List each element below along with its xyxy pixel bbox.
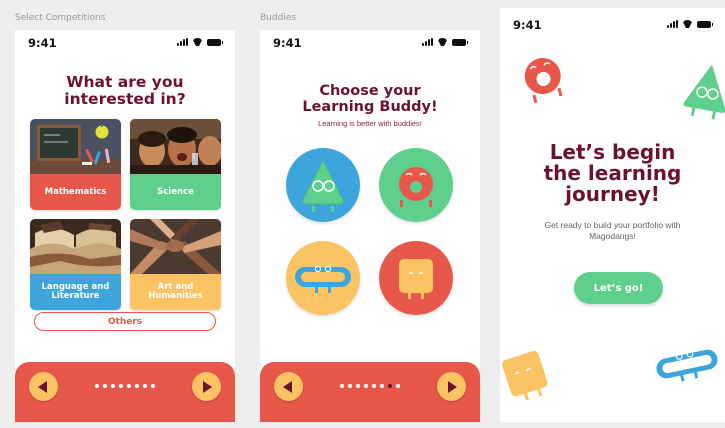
buddy-option-capsule[interactable] — [286, 241, 360, 315]
onboarding-screen: 9:41 Let’s begin the learning journey! G… — [500, 8, 725, 422]
bottom-nav-bar — [15, 362, 235, 422]
back-button[interactable] — [29, 372, 58, 401]
title-line-1: What are you — [66, 73, 184, 91]
page-dot — [372, 384, 376, 388]
wifi-icon — [192, 38, 203, 46]
card-label-science: Science — [130, 174, 221, 210]
buddy-option-square[interactable] — [379, 241, 453, 315]
card-label-art-humanities: Art and Humanities — [130, 274, 221, 310]
page-subtitle: Learning is better with buddies! — [318, 119, 422, 128]
page-title: Choose your Learning Buddy! — [260, 83, 480, 116]
page-dot — [356, 384, 360, 388]
frame-label-competitions: Select Competitions — [15, 13, 106, 23]
page-dot-active — [388, 384, 392, 388]
capsule-mascot-icon — [656, 349, 718, 382]
page-dot — [340, 384, 344, 388]
triangle-mascot-icon — [683, 64, 725, 120]
status-time: 9:41 — [28, 36, 57, 50]
buddy-option-donut[interactable] — [379, 148, 453, 222]
battery-icon — [697, 21, 713, 28]
page-dot — [135, 384, 139, 388]
next-arrow-icon — [448, 380, 457, 393]
page-dot — [103, 384, 107, 388]
page-dot — [127, 384, 131, 388]
frame-label-buddies: Buddies — [260, 13, 297, 23]
wifi-icon — [682, 20, 693, 28]
cellular-signal-icon — [422, 38, 433, 46]
card-language-literature[interactable]: Language and Literature — [30, 219, 121, 310]
title-line-2: Learning Buddy! — [302, 98, 438, 115]
next-arrow-icon — [203, 380, 212, 393]
battery-icon — [452, 39, 468, 46]
wifi-icon — [437, 38, 448, 46]
others-button[interactable]: Others — [34, 312, 216, 331]
status-time: 9:41 — [513, 18, 542, 32]
back-arrow-icon — [283, 380, 292, 393]
square-mascot-icon — [502, 351, 548, 401]
card-label-language-literature: Language and Literature — [30, 274, 121, 310]
back-button[interactable] — [274, 372, 303, 401]
science-image — [130, 119, 221, 174]
title-line-1: Choose your — [319, 83, 421, 99]
page-subtitle: Get ready to build your portfolio with M… — [544, 220, 681, 242]
page-title: What are you interested in? — [15, 73, 235, 109]
card-label-mathematics: Mathematics — [30, 174, 121, 210]
page-dot — [348, 384, 352, 388]
status-bar: 9:41 — [15, 36, 235, 50]
card-mathematics[interactable]: Mathematics — [30, 119, 121, 210]
books-image — [30, 219, 121, 274]
pagination-dots — [95, 384, 155, 388]
page-dot — [95, 384, 99, 388]
pagination-dots — [340, 384, 400, 388]
mathematics-image — [30, 119, 121, 174]
donut-mascot-icon — [524, 58, 563, 104]
title-line-2: interested in? — [64, 90, 186, 109]
capsule-buddy-icon — [295, 265, 351, 293]
card-science[interactable]: Science — [130, 119, 221, 210]
square-buddy-icon — [399, 259, 433, 299]
card-art-humanities[interactable]: Art and Humanities — [130, 219, 221, 310]
lets-go-button[interactable]: Let’s go! — [574, 272, 663, 304]
page-title: Let’s begin the learning journey! — [500, 142, 725, 205]
hands-image — [130, 219, 221, 274]
buddies-screen: 9:41 Choose your Learning Buddy! Learnin… — [260, 30, 480, 422]
back-arrow-icon — [38, 380, 47, 393]
battery-icon — [207, 39, 223, 46]
bottom-nav-bar — [260, 362, 480, 422]
buddy-option-triangle[interactable] — [286, 148, 360, 222]
page-dot — [143, 384, 147, 388]
page-dot — [380, 384, 384, 388]
triangle-buddy-icon — [302, 159, 344, 212]
donut-buddy-icon — [399, 167, 433, 207]
page-dot — [119, 384, 123, 388]
page-dot — [364, 384, 368, 388]
status-bar: 9:41 — [500, 18, 725, 32]
status-bar: 9:41 — [260, 36, 480, 50]
page-dot — [111, 384, 115, 388]
competitions-screen: 9:41 What are you interested in? Mathema… — [15, 30, 235, 422]
title-line-3: journey! — [565, 182, 660, 206]
status-time: 9:41 — [273, 36, 302, 50]
page-dot — [151, 384, 155, 388]
cellular-signal-icon — [177, 38, 188, 46]
page-dot — [396, 384, 400, 388]
cellular-signal-icon — [667, 20, 678, 28]
next-button[interactable] — [437, 372, 466, 401]
next-button[interactable] — [192, 372, 221, 401]
